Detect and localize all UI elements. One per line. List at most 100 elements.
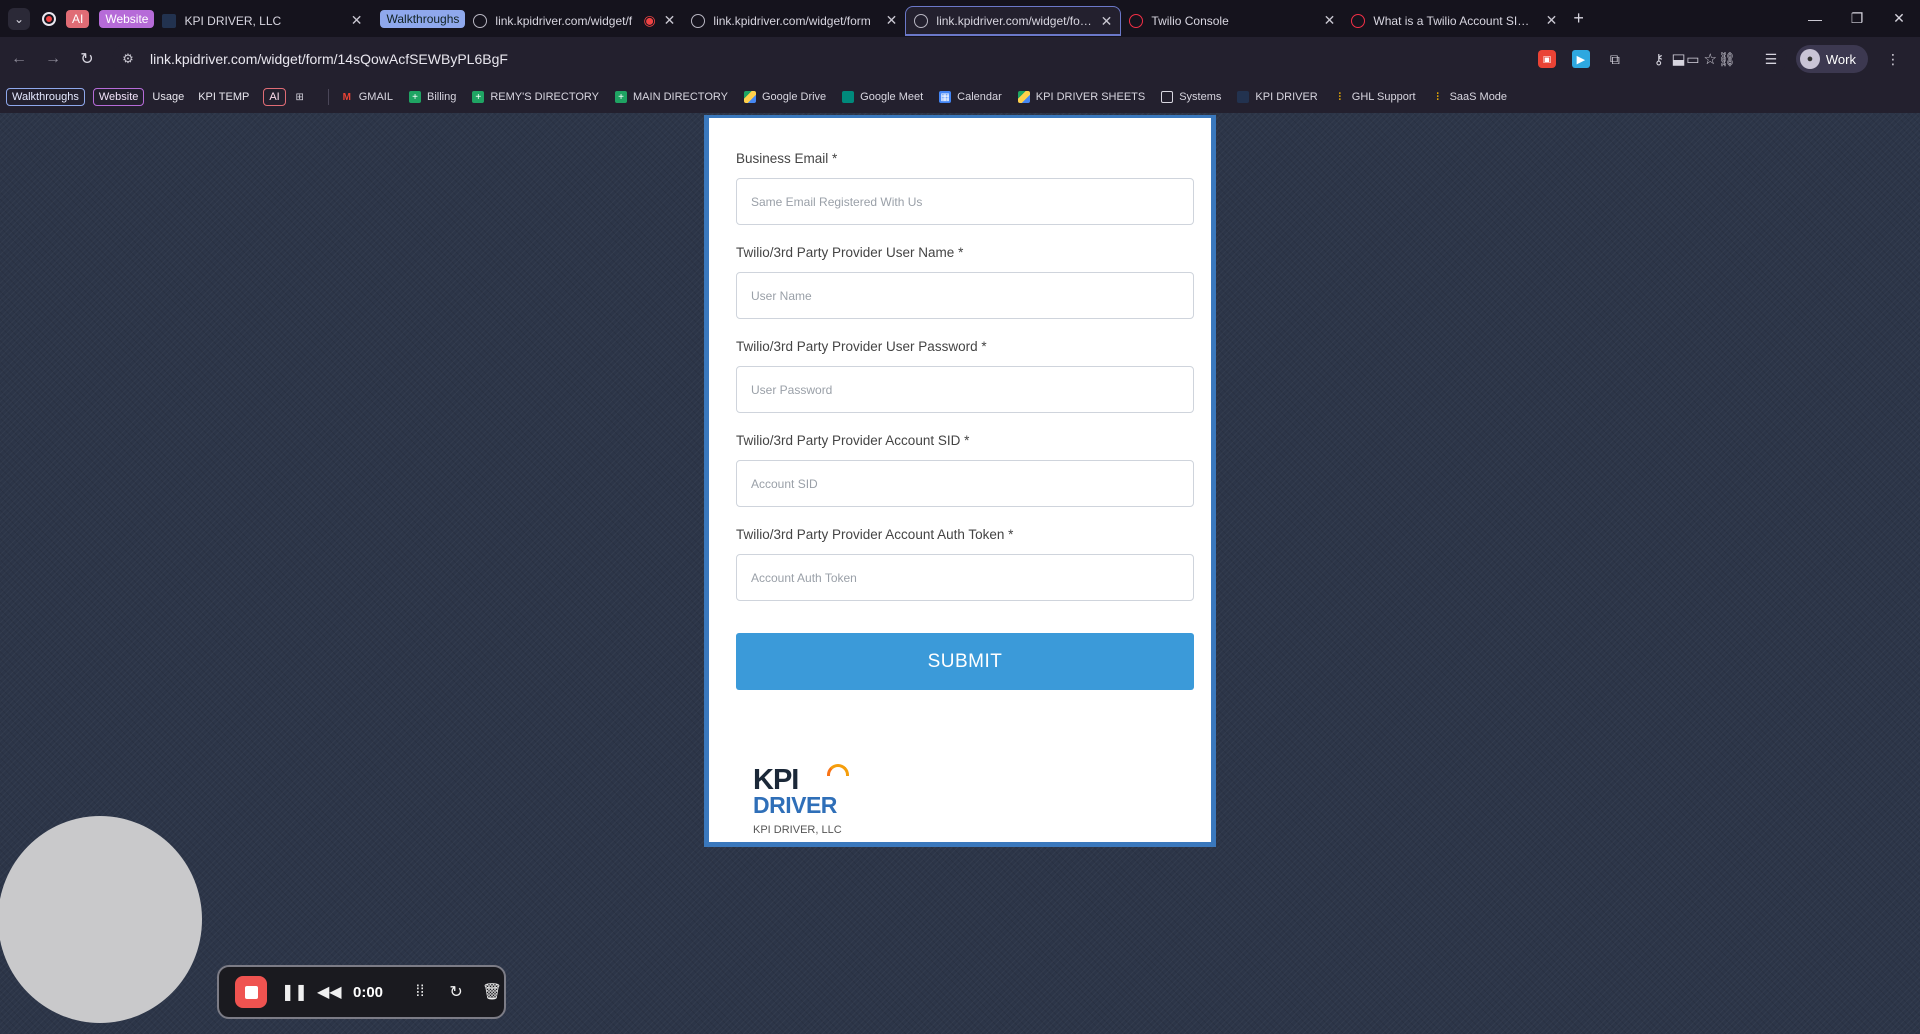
grid-dots-icon[interactable]: ⁞⁞ (409, 983, 431, 1001)
extension-play-icon[interactable]: ▶ (1571, 50, 1590, 68)
account-sid-input[interactable]: Account SID (736, 460, 1194, 507)
bookmark-gmail[interactable]: M GMAIL (341, 91, 393, 103)
field-label: Twilio/3rd Party Provider Account SID * (736, 433, 970, 448)
profile-button[interactable]: ● Work (1795, 45, 1868, 73)
bookmark-label: Google Drive (761, 91, 827, 103)
user-name-input[interactable]: User Name (736, 272, 1194, 319)
close-icon[interactable]: ✕ (351, 12, 363, 29)
forward-icon[interactable]: → (38, 44, 68, 74)
site-info-icon[interactable]: ⚙ (118, 51, 138, 67)
webcam-bubble[interactable] (0, 816, 202, 1023)
bookmark-google-drive[interactable]: Google Drive (743, 91, 827, 103)
bookmark-kpi-temp[interactable]: KPI TEMP (198, 91, 249, 103)
stop-icon (244, 985, 258, 999)
recording-timer: 0:00 (353, 983, 384, 1001)
bookmark-google-meet[interactable]: Google Meet (842, 91, 923, 103)
bookmark-kpi-driver[interactable]: KPI DRIVER (1237, 91, 1318, 103)
folder-icon (1161, 91, 1174, 103)
kpi-favicon-icon (162, 13, 177, 28)
bookmark-saas-mode[interactable]: ⫶ SaaS Mode (1432, 91, 1507, 103)
extension-red-icon[interactable]: ▣ (1537, 50, 1556, 68)
business-email-input[interactable]: Same Email Registered With Us (736, 178, 1194, 225)
bookmark-billing[interactable]: + Billing (408, 91, 456, 103)
bookmark-main-directory[interactable]: + MAIN DIRECTORY (615, 91, 728, 103)
bookmark-group-website[interactable]: Website (92, 88, 145, 106)
extensions-puzzle-icon[interactable]: ⧉ (1606, 50, 1624, 68)
avatar: ● (1799, 49, 1820, 69)
recording-indicator-icon (42, 11, 56, 26)
bookmark-ghl-support[interactable]: ⫶ GHL Support (1334, 91, 1416, 103)
tab-title: What is a Twilio Account SID an (1373, 13, 1538, 28)
bookmark-label: Calendar (957, 91, 1002, 103)
restore-icon[interactable]: ❐ (1836, 0, 1878, 37)
tab-twilio-sid-article[interactable]: What is a Twilio Account SID an ✕ (1343, 6, 1565, 36)
auth-token-input[interactable]: Account Auth Token (736, 554, 1194, 601)
new-tab-button[interactable]: + (1573, 8, 1584, 29)
reading-list-icon[interactable]: ☰ (1762, 50, 1780, 68)
close-window-icon[interactable]: ✕ (1878, 0, 1920, 37)
field-auth-token: Twilio/3rd Party Provider Account Auth T… (736, 527, 1194, 601)
tab-kpi-driver[interactable]: KPI DRIVER, LLC ✕ (154, 6, 370, 36)
tab-search-button[interactable]: ⌄ (8, 7, 30, 30)
tab-widget-active[interactable]: link.kpidriver.com/widget/form ✕ (905, 5, 1122, 36)
bookmark-group-ai[interactable]: AI (263, 88, 286, 106)
globe-icon (691, 13, 706, 28)
payment-card-icon[interactable]: ▭ (1684, 50, 1702, 68)
stop-recording-button[interactable] (235, 976, 267, 1008)
bookmark-label: MAIN DIRECTORY (633, 91, 728, 103)
tab-widget-2[interactable]: link.kpidriver.com/widget/form ✕ (683, 6, 905, 36)
bookmark-label: Google Meet (860, 91, 924, 103)
bookmark-kpi-driver-sheets[interactable]: KPI DRIVER SHEETS (1017, 91, 1146, 103)
restart-icon[interactable]: ↻ (445, 982, 467, 1002)
close-icon[interactable]: ✕ (1324, 12, 1336, 29)
menu-kebab-icon[interactable]: ⋮ (1884, 50, 1902, 68)
close-icon[interactable]: ✕ (1101, 13, 1113, 30)
twilio-favicon-icon (1129, 13, 1144, 28)
back-icon[interactable]: ← (4, 44, 34, 74)
globe-icon (914, 14, 929, 28)
bookmark-label: GHL Support (1351, 91, 1416, 103)
rewind-icon[interactable]: ◀◀ (317, 982, 342, 1002)
sheets-icon: + (615, 91, 628, 103)
bookmark-remys-directory[interactable]: + REMY'S DIRECTORY (472, 91, 599, 103)
apps-grid-icon: ⊞ (295, 91, 304, 103)
link-icon[interactable]: ⛓ (1718, 50, 1736, 68)
page-viewport: Business Email * Same Email Registered W… (0, 113, 1920, 1034)
bookmark-group-walkthroughs[interactable]: Walkthroughs (6, 88, 85, 106)
close-icon[interactable]: ✕ (664, 12, 676, 29)
drive-icon (1017, 91, 1030, 103)
logo-line-2: DRIVER (753, 792, 837, 818)
field-account-sid: Twilio/3rd Party Provider Account SID * … (736, 433, 1194, 507)
drive-icon (743, 91, 756, 103)
address-url[interactable]: link.kpidriver.com/widget/form/14sQowAcf… (150, 51, 508, 67)
tab-title: link.kpidriver.com/widget/f (495, 13, 633, 28)
field-user-name: Twilio/3rd Party Provider User Name * Us… (736, 245, 1194, 319)
pause-icon[interactable]: ❚❚ (281, 982, 308, 1002)
trash-icon[interactable]: 🗑 (481, 982, 503, 1002)
bookmark-systems[interactable]: Systems (1161, 91, 1221, 103)
tab-widget-1[interactable]: link.kpidriver.com/widget/f ◉ ✕ (465, 6, 683, 36)
bookmark-label: KPI DRIVER SHEETS (1035, 91, 1146, 103)
tab-group-walkthroughs[interactable]: Walkthroughs (380, 9, 466, 28)
minimize-icon[interactable]: — (1794, 0, 1836, 37)
reload-icon[interactable]: ↻ (72, 44, 102, 74)
extensions-area: ▣ ▶ ⧉ ⚷ ▭ ⛓ ☰ ● Work ⋮ (1537, 37, 1920, 81)
user-password-input[interactable]: User Password (736, 366, 1194, 413)
tab-twilio-console[interactable]: Twilio Console ✕ (1121, 6, 1343, 36)
company-name: KPI DRIVER, LLC (753, 824, 842, 836)
bookmark-calendar[interactable]: ▦ Calendar (939, 91, 1002, 103)
submit-button[interactable]: SUBMIT (736, 633, 1194, 690)
field-label: Twilio/3rd Party Provider Account Auth T… (736, 527, 1014, 542)
apps-grid-button[interactable]: ⊞ (294, 91, 312, 103)
tab-strip: ⌄ AI Website KPI DRIVER, LLC ✕ Walkthrou… (0, 0, 1920, 37)
tab-group-website[interactable]: Website (99, 9, 155, 28)
provider-credentials-form: Business Email * Same Email Registered W… (704, 115, 1216, 847)
close-icon[interactable]: ✕ (886, 12, 898, 29)
tab-title: link.kpidriver.com/widget/form (713, 13, 871, 28)
tab-title: link.kpidriver.com/widget/form (936, 14, 1093, 28)
close-icon[interactable]: ✕ (1546, 12, 1558, 29)
address-bar[interactable]: ⚙ link.kpidriver.com/widget/form/14sQowA… (112, 44, 1787, 74)
tab-group-ai[interactable]: AI (66, 9, 90, 28)
bookmark-usage[interactable]: Usage (152, 91, 184, 103)
password-key-icon[interactable]: ⚷ (1650, 50, 1668, 68)
